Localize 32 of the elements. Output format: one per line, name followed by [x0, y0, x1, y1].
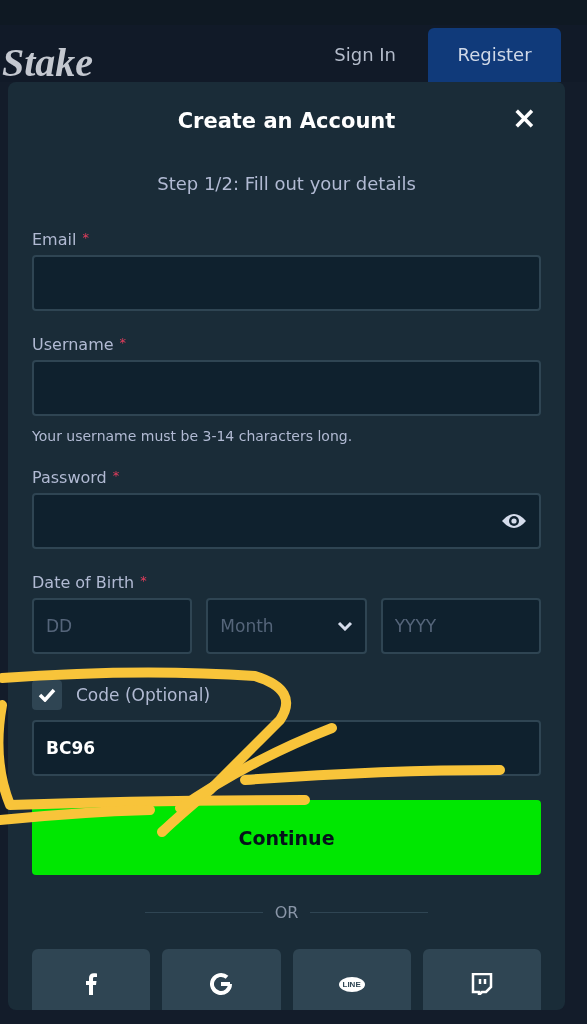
date-input[interactable]: YYYY — [380, 598, 541, 654]
checkbox[interactable] — [32, 680, 62, 710]
checkmark-icon — [38, 688, 56, 702]
twitch-icon — [470, 973, 493, 995]
required-mark: * — [82, 230, 89, 245]
sign-in-button[interactable]: Sign In — [330, 39, 400, 71]
twitch-login-button[interactable] — [422, 949, 541, 1010]
dialog-title: Create an Account — [177, 109, 396, 133]
input-field[interactable] — [32, 255, 541, 311]
field-label: Email — [32, 230, 77, 249]
code-label: Code (Optional) — [76, 685, 211, 705]
close-button[interactable]: × — [507, 100, 541, 135]
required-mark: * — [119, 335, 127, 350]
date-input[interactable]: DD — [32, 598, 193, 654]
facebook-icon — [85, 973, 98, 995]
field-label: Password — [32, 468, 107, 487]
eye-icon[interactable] — [501, 512, 527, 530]
register-button[interactable]: Register — [428, 28, 561, 82]
hint-text: Your username must be 3-14 characters long. — [32, 428, 354, 444]
password-field[interactable] — [32, 493, 541, 549]
step-text: Step 1/2: Fill out your details — [156, 173, 417, 194]
input-field[interactable] — [32, 360, 541, 416]
required-mark: * — [112, 468, 120, 483]
line-login-button[interactable]: LINE — [292, 949, 411, 1010]
or-divider-text: OR — [274, 903, 299, 922]
google-icon — [209, 972, 234, 996]
continue-button[interactable]: Continue — [32, 800, 541, 875]
field-label: Username — [32, 335, 114, 354]
field-label: Date of Birth — [32, 573, 135, 592]
google-login-button[interactable] — [162, 949, 281, 1010]
chevron-down-icon — [336, 621, 353, 631]
required-mark: * — [140, 573, 147, 588]
